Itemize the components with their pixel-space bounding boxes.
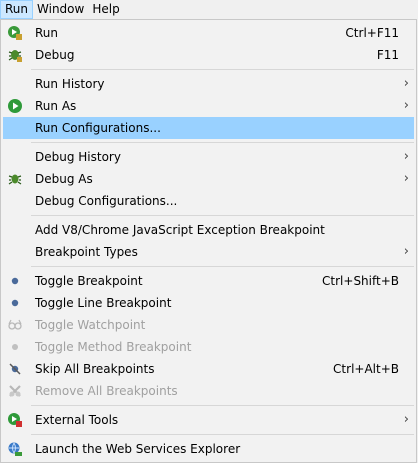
menu-item-label: Remove All Breakpoints: [35, 384, 178, 398]
menu-item-run[interactable]: Run Ctrl+F11: [3, 22, 414, 44]
submenu-arrow-icon: ›: [403, 76, 409, 91]
shortcut-label: Ctrl+Alt+B: [333, 362, 399, 376]
menu-item-label: Skip All Breakpoints: [35, 362, 155, 376]
submenu-arrow-icon: ›: [403, 412, 409, 427]
menu-bar: Run Window Help: [0, 0, 418, 19]
line-breakpoint-dot-icon: [7, 295, 23, 311]
submenu-arrow-icon: ›: [403, 98, 409, 113]
menu-item-debug-history[interactable]: Debug History ›: [3, 146, 414, 168]
run-as-play-icon: [7, 98, 23, 114]
menu-item-label: Debug History: [35, 150, 121, 164]
menu-separator: [31, 434, 414, 435]
menu-item-label: Toggle Line Breakpoint: [35, 296, 172, 310]
menu-item-label: Run History: [35, 77, 105, 91]
menu-item-label: Debug As: [35, 172, 93, 186]
menu-item-add-js-exception-breakpoint[interactable]: Add V8/Chrome JavaScript Exception Break…: [3, 219, 414, 241]
menu-item-launch-web-services-explorer[interactable]: Launch the Web Services Explorer: [3, 438, 414, 460]
menu-item-run-configurations[interactable]: Run Configurations...: [3, 117, 414, 139]
menu-separator: [31, 405, 414, 406]
menu-item-run-history[interactable]: Run History ›: [3, 73, 414, 95]
submenu-arrow-icon: ›: [403, 171, 409, 186]
menubar-run[interactable]: Run: [0, 0, 34, 19]
menu-item-label: Toggle Method Breakpoint: [35, 340, 192, 354]
menu-item-breakpoint-types[interactable]: Breakpoint Types ›: [3, 241, 414, 263]
menu-separator: [31, 215, 414, 216]
menu-item-label: Debug: [35, 48, 75, 62]
menu-item-skip-all-breakpoints[interactable]: Skip All Breakpoints Ctrl+Alt+B: [3, 358, 414, 380]
submenu-arrow-icon: ›: [403, 149, 409, 164]
skip-breakpoints-icon: [7, 361, 23, 377]
debug-as-bug-icon: [7, 171, 23, 187]
menu-item-label: Launch the Web Services Explorer: [35, 442, 241, 456]
menu-item-debug-as[interactable]: Debug As ›: [3, 168, 414, 190]
menu-item-toggle-breakpoint[interactable]: Toggle Breakpoint Ctrl+Shift+B: [3, 270, 414, 292]
menu-item-label: Run: [35, 26, 59, 40]
web-services-explorer-icon: [7, 441, 23, 457]
shortcut-label: Ctrl+Shift+B: [322, 274, 399, 288]
menubar-help[interactable]: Help: [88, 0, 123, 19]
method-breakpoint-dot-icon: [7, 339, 23, 355]
menu-item-label: Breakpoint Types: [35, 245, 138, 259]
run-icon: [7, 25, 23, 41]
menu-item-toggle-line-breakpoint[interactable]: Toggle Line Breakpoint: [3, 292, 414, 314]
menu-item-label: Toggle Watchpoint: [35, 318, 146, 332]
menu-item-debug[interactable]: Debug F11: [3, 44, 414, 66]
menu-item-label: Toggle Breakpoint: [35, 274, 143, 288]
run-menu-dropdown: Run Ctrl+F11 Debug F11 Run History › Run…: [0, 19, 417, 463]
breakpoint-dot-icon: [7, 273, 23, 289]
shortcut-label: Ctrl+F11: [345, 26, 399, 40]
external-tools-icon: [7, 412, 23, 428]
menu-separator: [31, 69, 414, 70]
debug-bug-icon: [7, 47, 23, 63]
menu-item-remove-all-breakpoints[interactable]: Remove All Breakpoints: [3, 380, 414, 402]
menu-separator: [31, 266, 414, 267]
remove-all-breakpoints-icon: [7, 383, 23, 399]
menu-separator: [31, 142, 414, 143]
menu-item-run-as[interactable]: Run As ›: [3, 95, 414, 117]
menu-item-toggle-watchpoint[interactable]: Toggle Watchpoint: [3, 314, 414, 336]
menu-item-label: Run Configurations...: [35, 121, 161, 135]
menubar-window[interactable]: Window: [33, 0, 88, 19]
menu-item-toggle-method-breakpoint[interactable]: Toggle Method Breakpoint: [3, 336, 414, 358]
menu-item-label: Add V8/Chrome JavaScript Exception Break…: [35, 223, 325, 237]
menu-item-external-tools[interactable]: External Tools ›: [3, 409, 414, 431]
shortcut-label: F11: [376, 48, 399, 62]
menu-item-debug-configurations[interactable]: Debug Configurations...: [3, 190, 414, 212]
menu-item-label: Run As: [35, 99, 77, 113]
menu-item-label: Debug Configurations...: [35, 194, 178, 208]
submenu-arrow-icon: ›: [403, 244, 409, 259]
watchpoint-glasses-icon: [7, 317, 23, 333]
menu-item-label: External Tools: [35, 413, 119, 427]
